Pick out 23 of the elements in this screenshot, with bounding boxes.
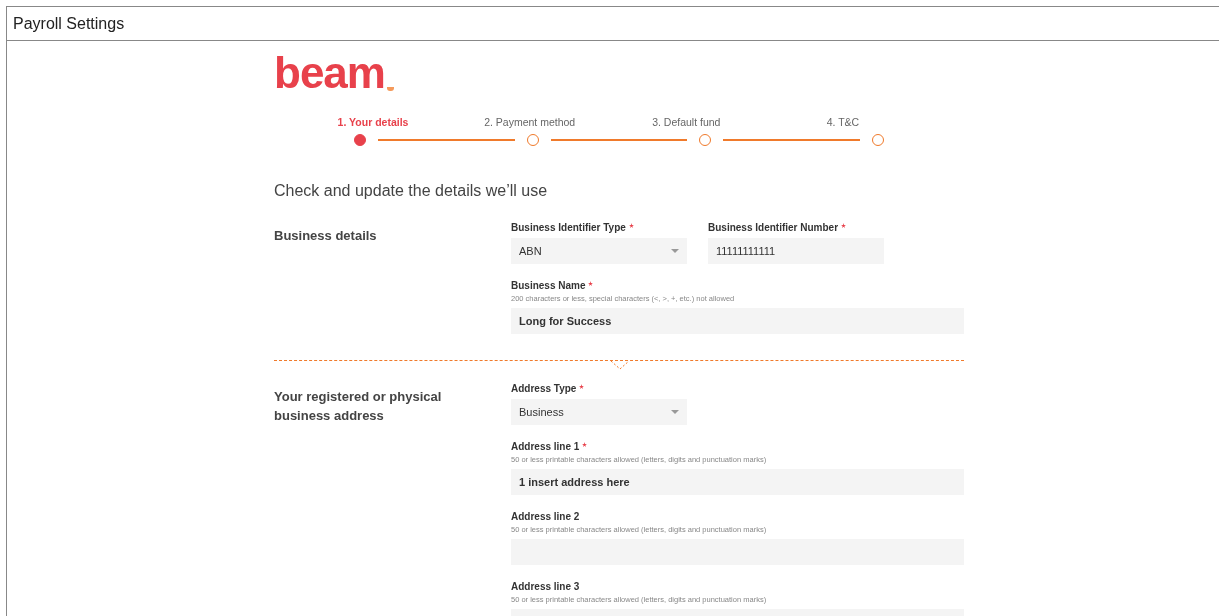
select-field[interactable]: ABN [511, 238, 687, 264]
step-label[interactable]: 3. Default fund [652, 116, 721, 128]
field-label: Address line 3 [511, 581, 580, 592]
field-label: Business Identifier Number [708, 222, 839, 233]
dropdown-caret-icon [671, 249, 679, 253]
step-label[interactable]: 4. T&C [826, 116, 860, 128]
page-heading: Check and update the details we’ll use [274, 182, 549, 200]
step-label[interactable]: 2. Payment method [484, 116, 576, 128]
field-label: Business Name [511, 280, 586, 291]
dropdown-caret-icon [671, 410, 679, 414]
field-label: Address line 1 [511, 441, 580, 452]
section-title: Your registered or physical business address [274, 388, 443, 425]
select-field[interactable]: Business [511, 399, 687, 425]
step-label[interactable]: 1. Your details [337, 116, 409, 128]
logo: beam [274, 54, 964, 92]
input-field[interactable]: 1 insert address here [511, 469, 964, 495]
input-field[interactable]: Long for Success [511, 308, 964, 334]
field-label: Address Type [511, 383, 577, 394]
section-title: Business details [274, 227, 378, 245]
window-title: Payroll Settings [7, 7, 1219, 41]
field-label: Address line 2 [511, 511, 580, 522]
field-label: Business Identifier Type [511, 222, 626, 233]
input-field[interactable]: 11111111111 [708, 238, 884, 264]
